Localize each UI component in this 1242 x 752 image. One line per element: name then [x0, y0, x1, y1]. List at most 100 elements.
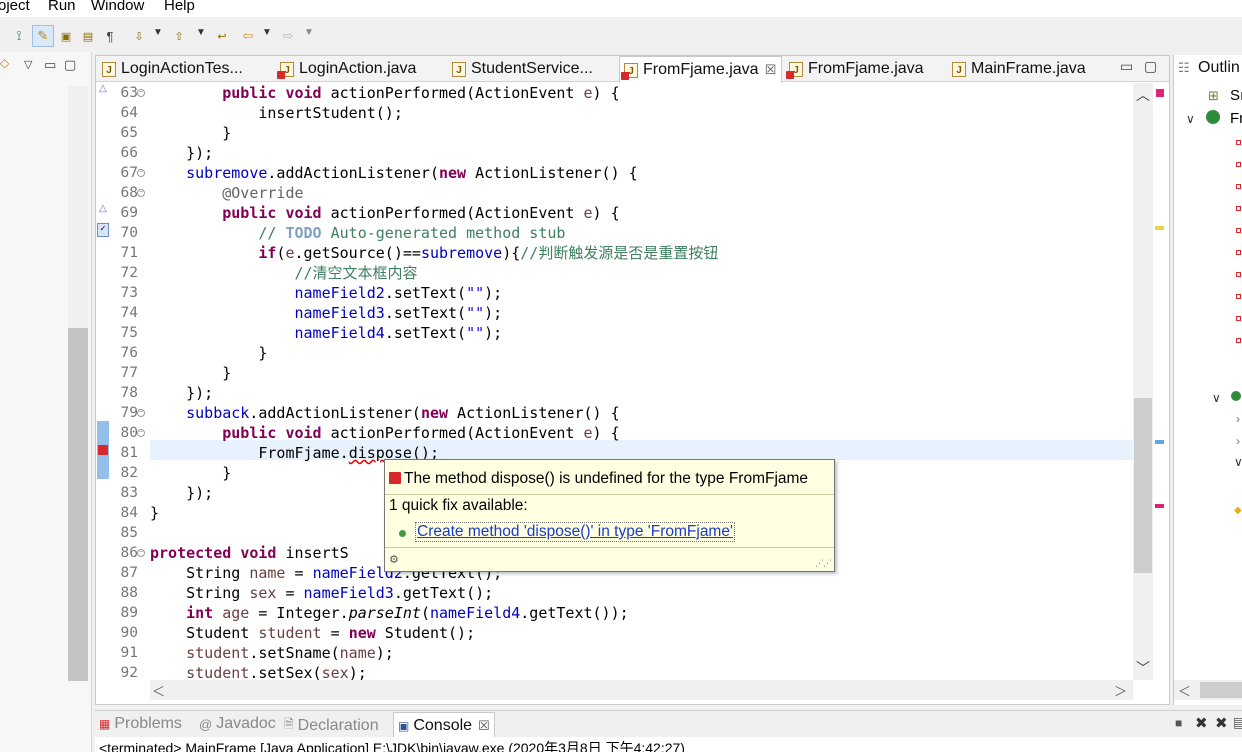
- close-icon[interactable]: ☒: [478, 718, 490, 734]
- code-line[interactable]: // TODO Auto-generated method stub: [150, 223, 565, 243]
- remove-launch-icon[interactable]: ✖: [1195, 714, 1208, 732]
- code-line[interactable]: student.setSex(sex);: [150, 663, 367, 680]
- code-line[interactable]: }: [150, 503, 159, 523]
- code-line[interactable]: nameField4.setText("");: [150, 323, 503, 343]
- create-method-quickfix-link[interactable]: Create method 'dispose()' in type 'FromF…: [415, 522, 735, 542]
- chevron-down-icon[interactable]: ▼: [196, 27, 206, 38]
- hover-settings-icon[interactable]: ⚙: [389, 553, 399, 566]
- fold-toggle-icon[interactable]: −: [137, 549, 145, 557]
- code-line[interactable]: public void actionPerformed(ActionEvent …: [150, 203, 619, 223]
- error-overview-marker[interactable]: [1156, 89, 1164, 97]
- code-line[interactable]: student.setSname(name);: [150, 643, 394, 663]
- chevron-right-icon[interactable]: ›: [1236, 412, 1240, 426]
- menu-project[interactable]: oject: [0, 0, 30, 14]
- open-type-icon[interactable]: ⟟: [8, 25, 30, 47]
- chevron-down-icon[interactable]: ▼: [262, 27, 272, 38]
- chevron-down-icon[interactable]: ▼: [304, 27, 314, 38]
- code-line[interactable]: public void actionPerformed(ActionEvent …: [150, 83, 619, 103]
- code-line[interactable]: public void actionPerformed(ActionEvent …: [150, 423, 619, 443]
- tab-console[interactable]: ▣ Console ☒: [393, 712, 495, 738]
- code-line[interactable]: insertStudent();: [150, 103, 403, 123]
- code-line[interactable]: }: [150, 343, 267, 363]
- code-line[interactable]: String sex = nameField3.getText();: [150, 583, 493, 603]
- overview-ruler[interactable]: [1153, 83, 1169, 680]
- code-line[interactable]: subremove.addActionListener(new ActionLi…: [150, 163, 638, 183]
- task-overview-marker[interactable]: [1155, 226, 1164, 230]
- toggle-block-selection-icon[interactable]: ▣: [56, 25, 76, 47]
- code-line[interactable]: }: [150, 123, 231, 143]
- outline-horizontal-scrollbar[interactable]: ＜: [1174, 680, 1242, 700]
- fold-toggle-icon[interactable]: −: [137, 409, 145, 417]
- fold-toggle-icon[interactable]: −: [137, 89, 145, 97]
- tab-javadoc[interactable]: @ Javadoc: [199, 715, 276, 733]
- tab-declaration[interactable]: 🗎 Declaration: [284, 715, 379, 736]
- maximize-icon[interactable]: ▢: [64, 57, 76, 73]
- fold-toggle-icon[interactable]: −: [137, 429, 145, 437]
- outline-title[interactable]: Outlin: [1198, 59, 1240, 77]
- tab-fromfjame-active[interactable]: J FromFjame.java ☒: [619, 56, 782, 83]
- fold-toggle-icon[interactable]: −: [137, 169, 145, 177]
- show-whitespace-icon[interactable]: ▤: [78, 25, 98, 47]
- tab-fromfjame[interactable]: J FromFjame.java: [785, 56, 945, 82]
- code-line[interactable]: }: [150, 463, 231, 483]
- code-line[interactable]: @Override: [150, 183, 303, 203]
- scroll-right-icon[interactable]: ＞: [1114, 681, 1127, 700]
- previous-annotation-icon[interactable]: ⇧: [170, 25, 188, 47]
- minimize-icon[interactable]: ▭: [1120, 58, 1133, 75]
- code-line[interactable]: if(e.getSource()==subremove){//判断触发源是否是重…: [150, 243, 718, 263]
- menu-window[interactable]: Window: [91, 0, 144, 14]
- scroll-lock-icon[interactable]: ▤: [1233, 714, 1242, 731]
- chevron-down-icon[interactable]: ∨: [1186, 112, 1195, 126]
- chevron-right-icon[interactable]: ›: [1236, 434, 1240, 448]
- left-scrollbar-thumb[interactable]: [68, 328, 88, 681]
- code-area[interactable]: public void actionPerformed(ActionEvent …: [150, 83, 1135, 680]
- show-whitespace-characters-icon[interactable]: ¶: [100, 25, 120, 47]
- code-line[interactable]: subback.addActionListener(new ActionList…: [150, 403, 620, 423]
- code-line[interactable]: }: [150, 363, 231, 383]
- code-line[interactable]: int age = Integer.parseInt(nameField4.ge…: [150, 603, 629, 623]
- editor-horizontal-scrollbar[interactable]: ＜ ＞: [150, 680, 1133, 700]
- tab-student-service[interactable]: J StudentService...: [448, 56, 618, 82]
- chevron-down-icon[interactable]: ∨: [1212, 391, 1221, 405]
- maximize-icon[interactable]: ▢: [1144, 58, 1157, 75]
- menu-help[interactable]: Help: [164, 0, 195, 14]
- chevron-down-icon[interactable]: ∨: [1234, 455, 1242, 469]
- forward-icon[interactable]: ⇨: [278, 25, 298, 47]
- tab-login-action[interactable]: J LoginAction.java: [276, 56, 446, 82]
- back-icon[interactable]: ⇦: [238, 25, 258, 47]
- outline-item[interactable]: Fr: [1230, 110, 1242, 127]
- next-annotation-icon[interactable]: ⇩: [130, 25, 148, 47]
- tab-login-action-test[interactable]: J LoginActionTes...: [98, 56, 274, 82]
- code-line[interactable]: nameField3.setText("");: [150, 303, 503, 323]
- outline-item[interactable]: Sı: [1230, 87, 1242, 104]
- resize-grip-icon[interactable]: ⋰⋰: [815, 558, 832, 569]
- code-line[interactable]: //清空文本框内容: [150, 263, 418, 283]
- scroll-left-icon[interactable]: ＜: [152, 681, 165, 700]
- toggle-mark-occurrences-icon[interactable]: ✎: [32, 25, 54, 47]
- tab-problems[interactable]: ▦ Problems: [99, 715, 182, 733]
- code-line[interactable]: });: [150, 383, 213, 403]
- menu-run[interactable]: Run: [48, 0, 76, 14]
- editor-scrollbar-thumb[interactable]: [1134, 398, 1152, 573]
- view-menu-icon[interactable]: ▽: [24, 58, 32, 71]
- remove-all-launches-icon[interactable]: ✖: [1215, 714, 1228, 732]
- tab-main-frame[interactable]: J MainFrame.java: [948, 56, 1108, 82]
- scroll-down-icon[interactable]: ﹀: [1136, 658, 1150, 678]
- code-line[interactable]: Student student = new Student();: [150, 623, 475, 643]
- scrollbar-thumb[interactable]: [1200, 682, 1242, 698]
- clear-console-icon[interactable]: ■: [1175, 716, 1182, 730]
- occurrence-overview-marker[interactable]: [1155, 440, 1164, 444]
- fold-toggle-icon[interactable]: −: [137, 189, 145, 197]
- scroll-up-icon[interactable]: ︿: [1136, 85, 1150, 105]
- last-edit-location-icon[interactable]: ↩: [212, 25, 232, 47]
- code-line[interactable]: nameField2.setText("");: [150, 283, 503, 303]
- code-line[interactable]: });: [150, 143, 213, 163]
- annotation-ruler[interactable]: △ △ ✓: [97, 83, 111, 680]
- code-line[interactable]: });: [150, 483, 213, 503]
- code-line[interactable]: protected void insertS: [150, 543, 349, 563]
- close-icon[interactable]: ☒: [765, 62, 777, 78]
- minimize-icon[interactable]: ▭: [44, 57, 56, 73]
- chevron-down-icon[interactable]: ▼: [153, 27, 163, 38]
- error-overview-marker[interactable]: [1155, 504, 1164, 508]
- editor-vertical-scrollbar[interactable]: ︿ ﹀: [1133, 83, 1153, 680]
